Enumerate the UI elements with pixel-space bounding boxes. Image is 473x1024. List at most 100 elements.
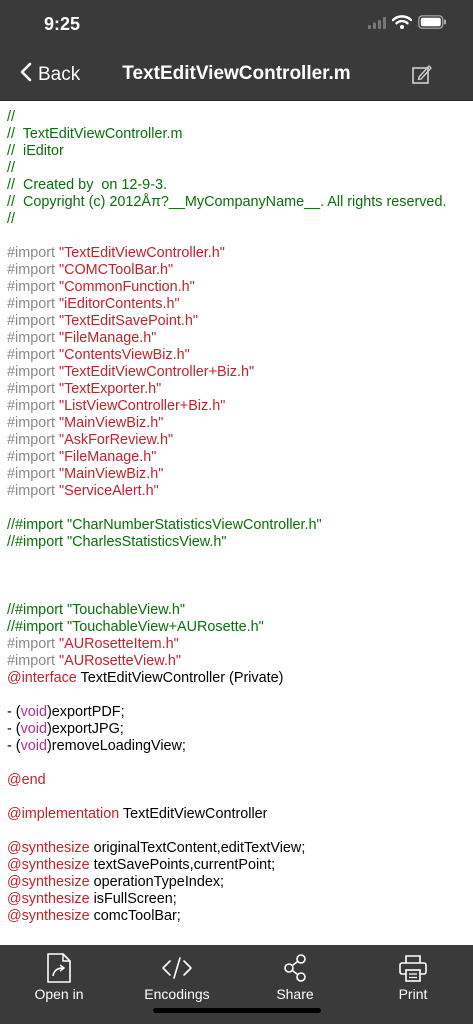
code-line: //#import "CharNumberStatisticsViewContr… xyxy=(7,517,466,534)
code-line: @synthesize textSavePoints,currentPoint; xyxy=(7,857,466,874)
code-line: #import "AskForReview.h" xyxy=(7,432,466,449)
code-line: // iEditor xyxy=(7,143,466,160)
code-token: @synthesize xyxy=(7,874,90,890)
code-token: // Copyright (c) 2012Åπ?__MyCompanyName_… xyxy=(7,194,447,210)
code-token: //#import "TouchableView.h" xyxy=(7,602,185,618)
share-button[interactable]: Share xyxy=(245,953,345,1002)
code-token: #import xyxy=(7,381,59,397)
open-in-label: Open in xyxy=(34,986,84,1002)
code-token: "iEditorContents.h" xyxy=(58,296,180,312)
code-token: #import xyxy=(7,296,59,312)
code-token: #import xyxy=(7,364,59,380)
code-line: @end xyxy=(7,772,466,789)
code-token: isFullScreen; xyxy=(89,891,177,907)
code-token: "AskForReview.h" xyxy=(58,432,174,448)
code-token: #import xyxy=(7,432,59,448)
encodings-button[interactable]: Encodings xyxy=(127,953,227,1002)
code-line: @interface TextEditViewController (Priva… xyxy=(7,670,466,687)
code-token: #import xyxy=(7,449,59,465)
code-line: // xyxy=(7,211,466,228)
code-token: // xyxy=(7,160,15,176)
code-line: #import "CommonFunction.h" xyxy=(7,279,466,296)
code-token: comcToolBar; xyxy=(89,908,181,924)
status-time: 9:25 xyxy=(44,14,81,34)
code-token: //#import "CharNumberStatisticsViewContr… xyxy=(7,517,322,533)
open-in-button[interactable]: Open in xyxy=(9,953,109,1002)
code-token: "COMCToolBar.h" xyxy=(58,262,174,278)
code-token: #import xyxy=(7,245,59,261)
code-token: #import xyxy=(7,398,59,414)
code-token: "ServiceAlert.h" xyxy=(58,483,159,499)
code-token: "AURosetteView.h" xyxy=(58,653,181,669)
code-line: //#import "TouchableView+AURosette.h" xyxy=(7,619,466,636)
code-token: @end xyxy=(7,772,46,788)
code-line: #import "AURosetteView.h" xyxy=(7,653,466,670)
code-line: #import "ServiceAlert.h" xyxy=(7,483,466,500)
code-token: #import xyxy=(7,313,59,329)
code-token: )exportPDF; xyxy=(47,704,125,720)
code-token: void xyxy=(20,738,47,754)
code-line: #import "AURosetteItem.h" xyxy=(7,636,466,653)
code-token: TextEditViewController (Private) xyxy=(76,670,284,686)
code-line: //#import "CharlesStatisticsView.h" xyxy=(7,534,466,551)
code-token: @synthesize xyxy=(7,908,90,924)
code-token: "TextExporter.h" xyxy=(58,381,162,397)
code-token: #import xyxy=(7,653,59,669)
code-token: "MainViewBiz.h" xyxy=(58,415,164,431)
printer-icon xyxy=(363,953,463,983)
code-line: - (void)exportPDF; xyxy=(7,704,466,721)
code-line: - (void)removeLoadingView; xyxy=(7,738,466,755)
code-line: // xyxy=(7,109,466,126)
share-label: Share xyxy=(276,986,314,1002)
code-text-view[interactable]: //// TextEditViewController.m// iEditor /… xyxy=(0,101,473,945)
code-token: TextEditViewController xyxy=(119,806,268,822)
code-token: "AURosetteItem.h" xyxy=(58,636,179,652)
code-line: #import "ListViewController+Biz.h" xyxy=(7,398,466,415)
code-token: //#import "CharlesStatisticsView.h" xyxy=(7,534,227,550)
code-line: @synthesize comcToolBar; xyxy=(7,908,466,925)
code-line: #import "TextEditViewController+Biz.h" xyxy=(7,364,466,381)
code-token: void xyxy=(20,721,47,737)
encodings-label: Encodings xyxy=(144,986,210,1002)
code-token: textSavePoints,currentPoint; xyxy=(89,857,276,873)
code-line: - (void)exportJPG; xyxy=(7,721,466,738)
code-token: "FileManage.h" xyxy=(58,449,157,465)
code-token: #import xyxy=(7,636,59,652)
code-line: #import "MainViewBiz.h" xyxy=(7,415,466,432)
code-token: // xyxy=(7,109,15,125)
code-token: "TextEditViewController.h" xyxy=(58,245,225,261)
code-token: #import xyxy=(7,466,59,482)
code-token: // Created by on 12-9-3. xyxy=(7,177,167,193)
code-line: //#import "TouchableView.h" xyxy=(7,602,466,619)
code-token: "CommonFunction.h" xyxy=(58,279,195,295)
code-line: // Created by on 12-9-3. xyxy=(7,177,466,194)
code-line: @implementation TextEditViewController xyxy=(7,806,466,823)
status-bar: 9:25 xyxy=(0,0,473,50)
code-brackets-icon xyxy=(127,953,227,983)
code-line: #import "MainViewBiz.h" xyxy=(7,466,466,483)
code-token: operationTypeIndex; xyxy=(89,874,225,890)
print-button[interactable]: Print xyxy=(363,953,463,1002)
code-token: // iEditor xyxy=(7,143,64,159)
code-token: "ListViewController+Biz.h" xyxy=(58,398,226,414)
code-token: #import xyxy=(7,279,59,295)
edit-button[interactable] xyxy=(411,63,433,90)
share-nodes-icon xyxy=(245,953,345,983)
code-line: #import "TextEditViewController.h" xyxy=(7,245,466,262)
code-token: "ContentsViewBiz.h" xyxy=(58,347,190,363)
code-line: @synthesize isFullScreen; xyxy=(7,891,466,908)
code-token: @synthesize xyxy=(7,840,90,856)
code-line: #import "TextExporter.h" xyxy=(7,381,466,398)
code-token: #import xyxy=(7,483,59,499)
signal-icon xyxy=(368,16,386,34)
code-token: )exportJPG; xyxy=(47,721,124,737)
code-line: @synthesize originalTextContent,editText… xyxy=(7,840,466,857)
navigation-bar: Back TextEditViewController.m xyxy=(0,50,473,101)
code-token: "FileManage.h" xyxy=(58,330,157,346)
